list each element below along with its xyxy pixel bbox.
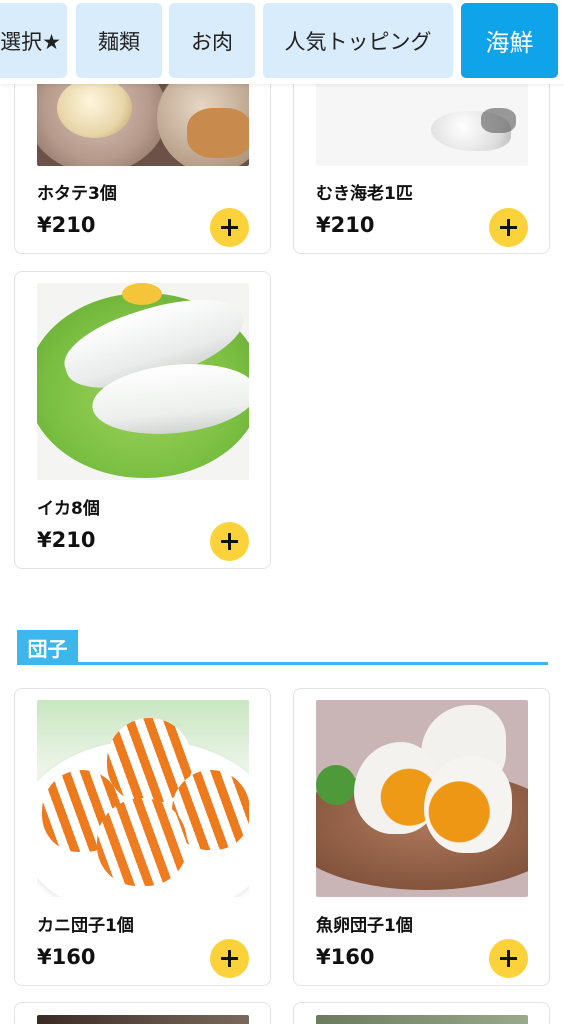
tab-label: 海鮮 [485,29,534,57]
product-price: ¥210 [37,213,96,237]
add-to-cart-button[interactable] [489,939,528,978]
tab-label: 選択★ [0,29,61,54]
product-name: むき海老1匹 [316,184,413,204]
product-card-fish-roe-dumpling[interactable]: 魚卵団子1個 ¥160 [293,688,550,986]
product-card-partial[interactable] [14,1002,271,1024]
tab-noodles[interactable]: 麺類 [76,3,162,78]
squid-image [37,283,249,480]
product-name: ホタテ3個 [37,184,117,204]
tab-label: お肉 [191,29,233,54]
tab-meat[interactable]: お肉 [169,3,255,78]
product-image [37,1015,249,1024]
product-price: ¥160 [37,945,96,969]
tab-seafood[interactable]: 海鮮 [461,3,558,78]
product-name: イカ8個 [37,499,100,519]
product-price: ¥210 [316,213,375,237]
crab-dumpling-image [37,700,249,897]
tab-recommended[interactable]: 選択★ [0,3,67,78]
product-name: 魚卵団子1個 [316,916,413,936]
product-image [316,1015,528,1024]
section-divider [17,662,548,665]
product-card-partial[interactable] [293,1002,550,1024]
tab-label: 人気トッピング [284,29,432,54]
product-card-squid[interactable]: イカ8個 ¥210 [14,271,271,569]
add-to-cart-button[interactable] [489,208,528,247]
section-title: 団子 [17,630,78,664]
product-name: カニ団子1個 [37,916,134,936]
category-tab-bar: 選択★ 麺類 お肉 人気トッピング 海鮮 [0,0,564,84]
tab-popular-toppings[interactable]: 人気トッピング [263,3,453,78]
tab-label: 麺類 [98,29,140,54]
fish-roe-dumpling-image [316,700,528,897]
product-price: ¥160 [316,945,375,969]
product-card-crab-dumpling[interactable]: カニ団子1個 ¥160 [14,688,271,986]
add-to-cart-button[interactable] [210,522,249,561]
add-to-cart-button[interactable] [210,939,249,978]
add-to-cart-button[interactable] [210,208,249,247]
product-price: ¥210 [37,528,96,552]
